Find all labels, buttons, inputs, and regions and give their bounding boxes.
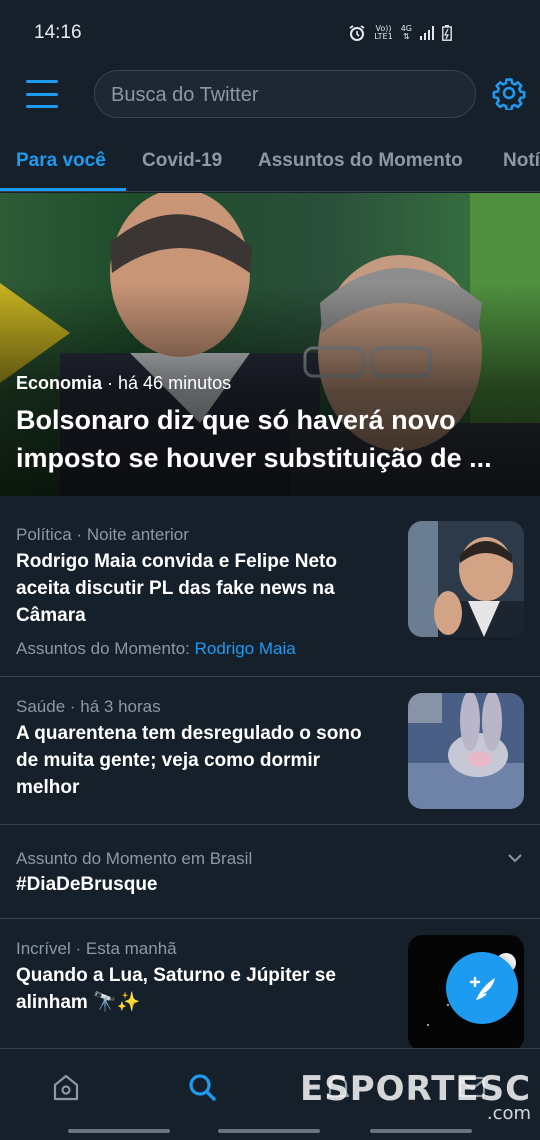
search-placeholder: Busca do Twitter: [111, 84, 259, 106]
news-thumbnail: [408, 693, 524, 809]
tab-noticias[interactable]: Notí: [503, 150, 540, 172]
trend-meta: Assunto do Momento em Brasil: [16, 849, 253, 868]
watermark: ESPORTESC .com: [300, 1069, 531, 1124]
status-icons: Vo)) LTE1 4G ⇅: [348, 24, 452, 42]
hero-category: Economia: [16, 373, 103, 393]
news-item[interactable]: Saúde · há 3 horas A quarentena tem desr…: [0, 677, 540, 825]
chevron-down-icon[interactable]: [506, 849, 524, 867]
signal-icon: [420, 26, 434, 40]
news-headline: A quarentena tem desregulado o sono de m…: [16, 723, 362, 798]
volte-indicator: Vo)) LTE1: [374, 24, 393, 41]
gear-icon[interactable]: [492, 76, 526, 110]
home-icon[interactable]: [50, 1071, 82, 1103]
search-input[interactable]: Busca do Twitter: [94, 70, 476, 118]
news-meta: Incrível · Esta manhã: [16, 939, 177, 958]
hamburger-icon-line: [26, 105, 58, 108]
hero-story[interactable]: Economia · há 46 minutos Bolsonaro diz q…: [0, 193, 540, 496]
menu-button[interactable]: [24, 76, 60, 112]
tab-covid-19[interactable]: Covid-19: [142, 150, 222, 172]
gesture-bar-right: [370, 1129, 472, 1133]
alarm-icon: [349, 25, 365, 41]
watermark-suffix: .com: [486, 1103, 532, 1124]
gesture-bar-center: [218, 1129, 320, 1133]
trend-link[interactable]: Rodrigo Maia: [195, 639, 296, 658]
news-headline: Quando a Lua, Saturno e Júpiter se alinh…: [16, 965, 336, 1013]
hamburger-icon-line: [26, 80, 58, 83]
news-headline: Rodrigo Maia convida e Felipe Neto aceit…: [16, 551, 337, 626]
status-bar: 14:16 Vo)) LTE1 4G ⇅: [0, 0, 540, 62]
status-time: 14:16: [34, 22, 82, 43]
trend-hashtag: #DiaDeBrusque: [16, 874, 158, 895]
hero-time: · há 46 minutos: [102, 373, 232, 393]
battery-icon: [442, 25, 452, 41]
explore-screen: 14:16 Vo)) LTE1 4G ⇅ Busca do Twitter Pa…: [0, 0, 540, 1140]
news-meta: Política · Noite anterior: [16, 525, 189, 544]
trend-line: Assuntos do Momento: Rodrigo Maia: [16, 639, 296, 659]
hero-meta: Economia · há 46 minutos: [16, 373, 231, 394]
feather-plus-icon: [469, 976, 495, 1000]
gesture-bar-left: [68, 1129, 170, 1133]
bottom-navigation: ESPORTESC .com: [0, 1048, 540, 1140]
news-meta: Saúde · há 3 horas: [16, 697, 161, 716]
hamburger-icon-line: [26, 92, 58, 96]
news-thumbnail: [408, 521, 524, 637]
explore-tabs: Para você Covid-19 Assuntos do Momento N…: [0, 138, 540, 192]
tab-para-voce[interactable]: Para você: [16, 150, 106, 172]
trend-item[interactable]: Assunto do Momento em Brasil #DiaDeBrusq…: [0, 825, 540, 919]
active-tab-indicator: [0, 188, 126, 191]
news-item[interactable]: Política · Noite anterior Rodrigo Maia c…: [0, 497, 540, 677]
app-bar: Busca do Twitter: [0, 62, 540, 126]
compose-button[interactable]: [446, 952, 518, 1024]
tab-assuntos-do-momento[interactable]: Assuntos do Momento: [258, 150, 463, 172]
search-icon[interactable]: [186, 1071, 218, 1103]
hero-title: Bolsonaro diz que só haverá novo imposto…: [16, 405, 492, 473]
network-type-indicator: 4G ⇅: [400, 24, 412, 41]
trend-prefix: Assuntos do Momento:: [16, 639, 195, 658]
